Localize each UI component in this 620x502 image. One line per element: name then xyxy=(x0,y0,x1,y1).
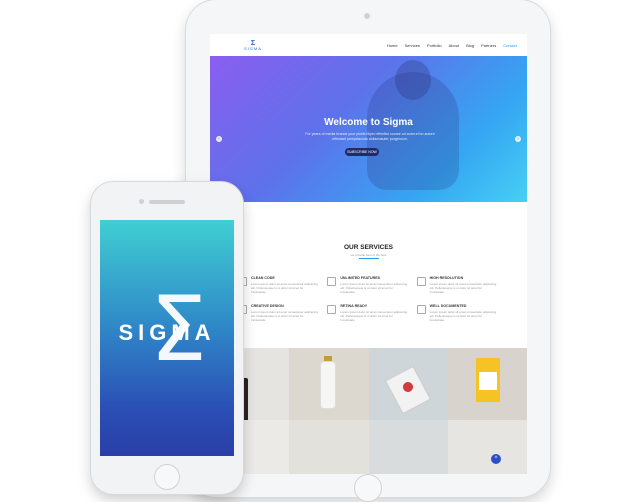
service-title: UNLIMITED FEATURES xyxy=(340,276,380,280)
phone-screen: Σ SIGMA xyxy=(100,220,234,456)
service-text: Lorem ipsum dolor sit amet consectetur a… xyxy=(340,282,408,294)
nav-services[interactable]: Services xyxy=(405,43,420,48)
tablet-home-button xyxy=(354,474,382,502)
service-text: Lorem ipsum dolor sit amet consectetur a… xyxy=(251,282,318,294)
tablet-camera xyxy=(364,13,370,19)
service-item: CREATIVE DESIGN Lorem ipsum dolor sit am… xyxy=(238,304,319,322)
monitor-icon xyxy=(327,305,337,314)
service-item: HIGH RESOLUTION Lorem ipsum dolor sit am… xyxy=(416,276,498,294)
site-navbar: Σ SIGMA Home Services Portfolio About Bl… xyxy=(210,34,527,56)
nav-about[interactable]: About xyxy=(449,43,459,48)
portfolio-item[interactable] xyxy=(447,420,527,474)
services-divider xyxy=(359,258,379,259)
phone-home-button xyxy=(154,464,180,490)
logo-text: SIGMA xyxy=(244,45,262,51)
nav-home[interactable]: Home xyxy=(387,43,398,48)
service-item: WELL DOCUMENTED Lorem ipsum dolor sit am… xyxy=(416,304,498,322)
portfolio-item[interactable] xyxy=(368,420,448,474)
box-image xyxy=(478,372,497,390)
phone-camera xyxy=(139,199,144,204)
services-section: OUR SERVICES we provide best of the best… xyxy=(210,202,527,348)
service-item: RETINA READY Lorem ipsum dolor sit amet … xyxy=(327,304,408,322)
service-title: WELL DOCUMENTED xyxy=(429,304,467,308)
service-title: HIGH RESOLUTION xyxy=(429,276,464,280)
service-title: CREATIVE DESIGN xyxy=(251,304,284,308)
hero-title: Welcome to Sigma xyxy=(324,117,413,128)
service-item: UNLIMITED FEATURES Lorem ipsum dolor sit… xyxy=(327,276,408,294)
scroll-top-icon[interactable]: ^ xyxy=(491,454,501,464)
tablet-screen: Σ SIGMA Home Services Portfolio About Bl… xyxy=(210,34,527,474)
camera-icon xyxy=(416,277,426,286)
phone-device: Σ SIGMA xyxy=(91,182,243,494)
portfolio-item[interactable] xyxy=(289,420,369,474)
service-text: Lorem ipsum dolor sit amet consectetur a… xyxy=(251,310,318,322)
portfolio-grid xyxy=(210,348,527,474)
services-title: OUR SERVICES xyxy=(343,244,393,251)
phone-speaker xyxy=(149,200,185,204)
hero-person-image xyxy=(367,72,459,190)
document-icon xyxy=(416,305,426,314)
nav-portfolio[interactable]: Portfolio xyxy=(427,43,442,48)
portfolio-item[interactable] xyxy=(447,348,527,420)
services-grid: CLEAN CODE Lorem ipsum dolor sit amet co… xyxy=(238,276,498,322)
service-item: CLEAN CODE Lorem ipsum dolor sit amet co… xyxy=(238,276,319,294)
nav-contact[interactable]: Contact xyxy=(503,43,517,48)
nav-partners[interactable]: Partners xyxy=(481,43,496,48)
nav-blog[interactable]: Blog xyxy=(466,43,474,48)
service-title: CLEAN CODE xyxy=(251,276,275,280)
tube-image xyxy=(321,362,336,408)
service-text: Lorem ipsum dolor sit amet consectetur a… xyxy=(429,310,497,322)
sigma-brand-text: SIGMA xyxy=(118,320,216,345)
services-subtitle: we provide best of the best xyxy=(350,253,387,257)
service-title: RETINA READY xyxy=(340,304,368,308)
slider-prev-icon[interactable]: ‹ xyxy=(216,136,222,142)
service-text: Lorem ipsum dolor sit amet consectetur a… xyxy=(340,310,408,322)
hero-banner: ‹ › Welcome to Sigma For years of media … xyxy=(210,56,527,202)
gear-icon xyxy=(327,277,337,286)
hero-subtitle: For years of media brands your pixels My… xyxy=(305,132,435,141)
slider-next-icon[interactable]: › xyxy=(515,136,521,142)
site-logo[interactable]: Σ SIGMA xyxy=(244,40,262,51)
portfolio-item[interactable] xyxy=(368,348,448,420)
nav-links: Home Services Portfolio About Blog Partn… xyxy=(387,43,517,48)
service-text: Lorem ipsum dolor sit amet consectetur a… xyxy=(429,282,497,294)
portfolio-item[interactable] xyxy=(289,348,369,420)
subscribe-button[interactable]: SUBSCRIBE NOW xyxy=(345,148,379,156)
